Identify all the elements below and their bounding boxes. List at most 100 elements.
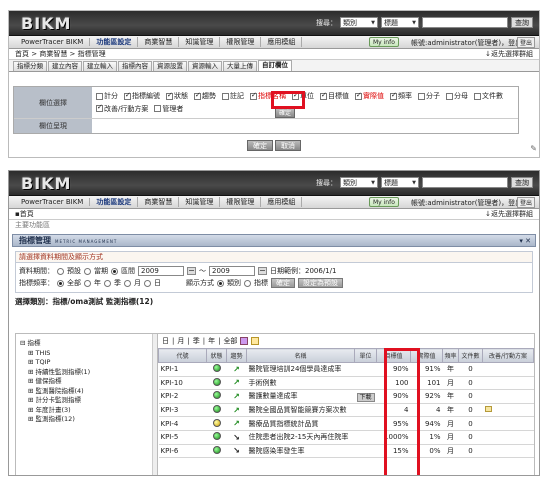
checkbox[interactable] (250, 91, 257, 100)
period-radio-current[interactable] (84, 267, 91, 275)
metric-code[interactable]: KPI-10 (158, 376, 207, 391)
field-option[interactable]: 趨勢 (194, 91, 216, 101)
checkbox[interactable] (446, 92, 453, 100)
field-option[interactable]: 計分 (96, 91, 118, 101)
period-link-year[interactable]: 年 (208, 336, 215, 346)
menu-item-feature-settings[interactable]: 功能區設定 (90, 37, 139, 47)
date-to-input[interactable]: 2009 (209, 266, 255, 276)
metric-name[interactable]: 醫護數量達成率 (246, 389, 355, 404)
tab-6[interactable]: 大量上傳 (223, 61, 257, 71)
col-header-frequency[interactable]: 頻率 (442, 348, 460, 363)
apply-button[interactable]: 確定 (271, 278, 295, 288)
field-option[interactable]: 分子 (418, 91, 440, 101)
metric-name[interactable]: 醫療品質指標統計品質 (246, 416, 355, 431)
col-header-name[interactable]: 名稱 (246, 348, 355, 363)
back-to-group-link[interactable]: ↓返先選擇群組 (485, 49, 533, 60)
metric-name[interactable]: 手術例數 (246, 376, 355, 391)
field-option[interactable]: 管理者 (154, 104, 183, 114)
my-info-button[interactable]: My info (369, 37, 399, 47)
freq-radio-quarter[interactable] (104, 279, 111, 287)
tab-5[interactable]: 資源輸入 (188, 61, 222, 71)
freq-radio-day[interactable] (144, 279, 151, 287)
menu-item-permissions[interactable]: 權限管理 (220, 37, 262, 47)
checkbox[interactable] (418, 92, 425, 100)
menu-item-business-intelligence[interactable]: 商業智慧 (138, 197, 180, 207)
metric-name[interactable]: 醫院感染率發生率 (246, 444, 355, 459)
back-to-group-link[interactable]: ↓返先選擇群組 (485, 209, 533, 220)
metric-code[interactable]: KPI-3 (158, 403, 207, 418)
tab-custom-fields[interactable]: 自訂欄位 (258, 60, 292, 71)
set-default-button[interactable]: 設定為預設 (298, 278, 343, 288)
tree-item[interactable]: ⊞ 監測醫院指標(4) (20, 387, 153, 397)
confirm-button[interactable]: 確定 (247, 140, 273, 151)
metric-name[interactable]: 醫院管理培訓24個學員達成率 (246, 362, 355, 377)
menu-item-feature-settings[interactable]: 功能區設定 (90, 197, 139, 207)
inner-confirm-button[interactable]: 確定 (275, 108, 296, 118)
category-select[interactable]: 類別 ▼ (340, 177, 378, 188)
search-button[interactable]: 查詢 (511, 177, 533, 188)
menu-item-knowledge[interactable]: 知識管理 (179, 37, 221, 47)
table-row[interactable]: KPI-5 ↘ 住院患者出院2-15天內再住院率 1000% 1% 月 0 (158, 430, 534, 445)
field-option[interactable]: 改善/行動方案 (96, 103, 148, 114)
my-info-button[interactable]: My info (369, 197, 399, 207)
cancel-button[interactable]: 取消 (275, 140, 301, 151)
metric-code[interactable]: KPI-2 (158, 389, 207, 404)
period-link-day[interactable]: 日 (162, 336, 169, 346)
field-option[interactable]: 文件數 (474, 91, 503, 101)
filter-icon[interactable] (240, 337, 249, 345)
field-option[interactable]: 實際值 (355, 91, 384, 101)
checkbox[interactable] (154, 105, 162, 113)
tree-item[interactable]: ⊞ 健保指標 (20, 377, 153, 387)
note-button[interactable]: 下載 (356, 392, 375, 402)
menu-item-permissions[interactable]: 權限管理 (220, 197, 262, 207)
title-select[interactable]: 標題 ▼ (381, 177, 419, 188)
table-row[interactable]: KPI-6 ↘ 醫院感染率發生率 15% 0% 月 0 (158, 444, 534, 459)
tree-item[interactable]: ⊞ 年度計畫(3) (20, 406, 153, 416)
field-option[interactable]: 註記 (222, 91, 244, 101)
menu-item-powertracer[interactable]: PowerTracer BIKM (15, 198, 91, 206)
search-button[interactable]: 查詢 (511, 17, 533, 28)
col-header-unit[interactable]: 單位 (353, 348, 378, 363)
checkbox[interactable] (390, 91, 397, 100)
metric-code[interactable]: KPI-6 (158, 444, 207, 459)
search-input[interactable] (422, 17, 508, 28)
period-link-month[interactable]: 月 (177, 336, 184, 346)
calendar-icon[interactable] (187, 267, 196, 275)
menu-item-business-intelligence[interactable]: 商業智慧 (138, 37, 180, 47)
table-row[interactable]: KPI-2 ↗ 醫護數量達成率 下載 90% 92% 年 0 (158, 389, 534, 404)
menu-item-applications[interactable]: 應用模組 (261, 37, 303, 47)
tree-item[interactable]: ⊞ 計分卡監測指標 (20, 396, 153, 406)
category-select[interactable]: 類別 ▼ (340, 17, 378, 28)
tree-item[interactable]: ⊞ 監測指標(12) (20, 415, 153, 425)
col-header-trend[interactable]: 趨勢 (226, 348, 247, 363)
field-option[interactable]: 目標值 (320, 91, 349, 101)
logout-button[interactable]: 登出 (516, 37, 535, 48)
date-from-input[interactable]: 2009 (138, 266, 184, 276)
col-header-code[interactable]: 代號 (158, 348, 207, 363)
freq-radio-all[interactable] (57, 279, 64, 287)
checkbox[interactable] (222, 92, 229, 100)
tree-item[interactable]: ⊟ 指標 (20, 339, 153, 349)
col-header-documents[interactable]: 文件數 (458, 348, 484, 363)
logout-button[interactable]: 登出 (516, 197, 535, 208)
period-radio-range[interactable] (111, 267, 118, 275)
checkbox[interactable] (194, 91, 201, 100)
freq-radio-year[interactable] (84, 279, 91, 287)
tab-1[interactable]: 建立內容 (48, 61, 82, 71)
metric-code[interactable]: KPI-4 (158, 416, 207, 431)
checkbox[interactable] (474, 92, 481, 100)
period-radio-default[interactable] (57, 267, 64, 275)
table-row[interactable]: KPI-4 ↗ 醫療品質指標統計品質 95% 94% 月 0 (158, 416, 534, 431)
window-controls-icon[interactable]: ▾ ✕ (519, 235, 531, 247)
tree-item[interactable]: ⊞ THIS (20, 349, 153, 359)
col-header-action-plan[interactable]: 改善/行動方案 (482, 348, 534, 363)
field-option[interactable]: 頻率 (390, 91, 412, 101)
period-link-all[interactable]: 全部 (223, 336, 237, 346)
export-icon[interactable] (251, 337, 260, 345)
checkbox[interactable] (96, 103, 103, 113)
metric-code[interactable]: KPI-1 (158, 362, 207, 377)
checkbox[interactable] (96, 92, 103, 100)
title-select[interactable]: 標題 ▼ (381, 17, 419, 28)
note-icon[interactable] (484, 406, 492, 413)
metric-name[interactable]: 醫院全國品質智能競賽方案次數 (246, 403, 355, 418)
